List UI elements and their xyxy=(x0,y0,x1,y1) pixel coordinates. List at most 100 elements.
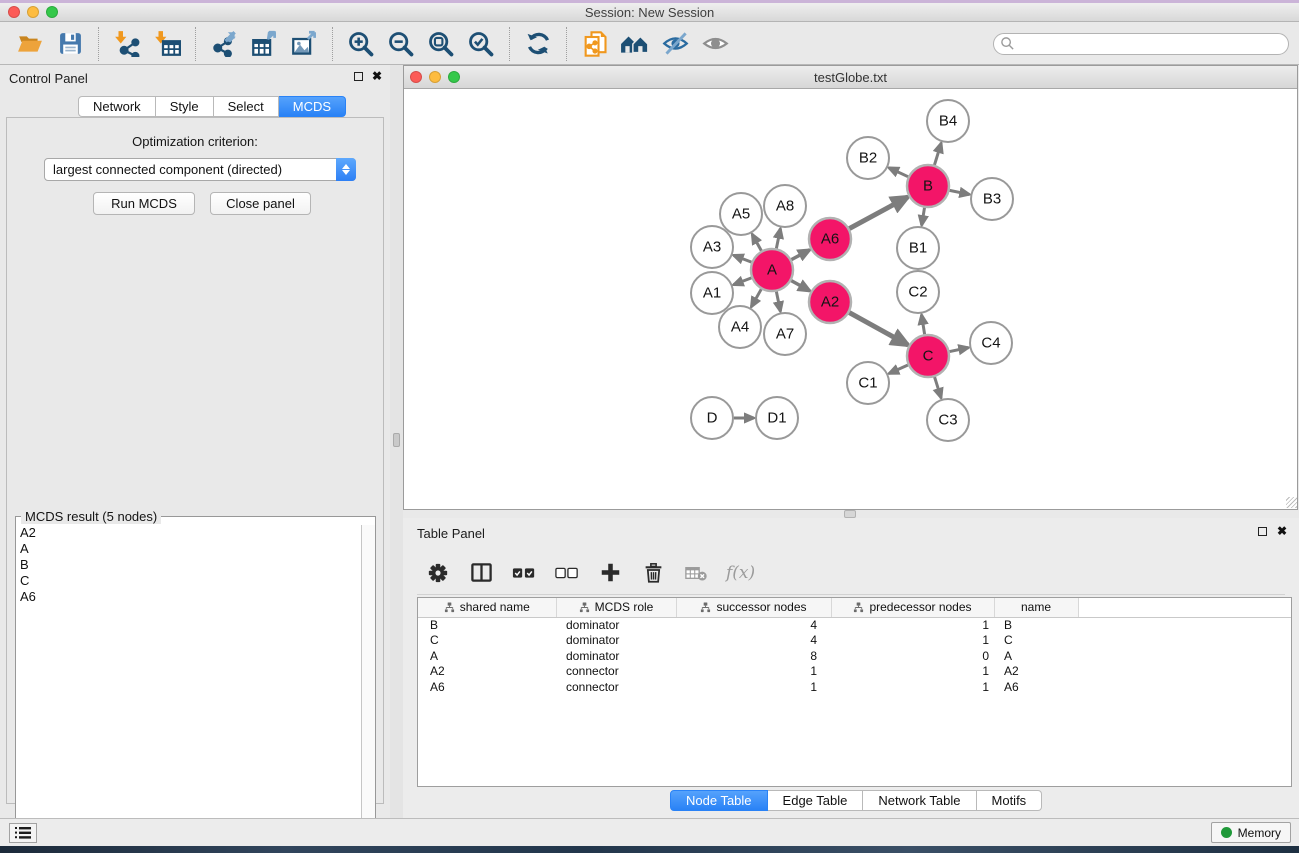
zoom-out-button[interactable] xyxy=(385,28,417,60)
tab-node-table[interactable]: Node Table xyxy=(670,790,768,811)
table-row-a2[interactable]: A2connector11A2 xyxy=(418,664,1291,680)
first-neighbors-button[interactable] xyxy=(619,28,651,60)
graph-edge-A-A6[interactable] xyxy=(791,250,809,260)
result-item-a[interactable]: A xyxy=(16,541,361,557)
result-item-c[interactable]: C xyxy=(16,573,361,589)
graph-node-A5[interactable]: A5 xyxy=(720,193,762,235)
cell[interactable]: connector xyxy=(556,680,676,696)
network-zoom-button[interactable] xyxy=(448,71,460,83)
cell[interactable]: 0 xyxy=(831,649,994,665)
column-header-predecessor-nodes[interactable]: predecessor nodes xyxy=(831,598,994,617)
graph-edge-A-A2[interactable] xyxy=(791,281,810,291)
graph-edge-A-A5[interactable] xyxy=(752,234,761,251)
vertical-splitter[interactable] xyxy=(390,65,403,818)
graph-edge-A-A1[interactable] xyxy=(733,278,751,285)
show-all-button[interactable] xyxy=(699,28,731,60)
cell[interactable]: 1 xyxy=(831,617,994,633)
tab-network[interactable]: Network xyxy=(78,96,156,117)
search-input[interactable] xyxy=(1015,35,1288,53)
node-table-container[interactable]: shared nameMCDS rolesuccessor nodesprede… xyxy=(417,597,1292,787)
cell[interactable]: 1 xyxy=(831,664,994,680)
cell[interactable]: 1 xyxy=(676,664,831,680)
cell[interactable]: B xyxy=(994,617,1078,633)
graph-node-B3[interactable]: B3 xyxy=(971,178,1013,220)
splitter-handle[interactable] xyxy=(393,433,400,447)
cell[interactable]: C xyxy=(418,633,556,649)
open-session-button[interactable] xyxy=(14,28,46,60)
cell[interactable]: A2 xyxy=(994,664,1078,680)
tab-edge-table[interactable]: Edge Table xyxy=(768,790,864,811)
cell[interactable]: 4 xyxy=(676,617,831,633)
column-header-shared-name[interactable]: shared name xyxy=(418,598,556,617)
graph-edge-B-B3[interactable] xyxy=(950,190,970,194)
cell[interactable]: C xyxy=(994,633,1078,649)
graph-node-C3[interactable]: C3 xyxy=(927,399,969,441)
add-row-button[interactable] xyxy=(597,560,623,586)
column-header-mcds-role[interactable]: MCDS role xyxy=(556,598,676,617)
show-columns-button[interactable] xyxy=(468,560,494,586)
cell[interactable]: A xyxy=(418,649,556,665)
graph-node-B4[interactable]: B4 xyxy=(927,100,969,142)
cell[interactable]: 4 xyxy=(676,633,831,649)
zoom-in-button[interactable] xyxy=(345,28,377,60)
table-row-a[interactable]: Adominator80A xyxy=(418,649,1291,665)
table-row-b[interactable]: Bdominator41B xyxy=(418,617,1291,633)
column-header-name[interactable]: name xyxy=(994,598,1078,617)
cell[interactable]: connector xyxy=(556,664,676,680)
cell[interactable]: dominator xyxy=(556,617,676,633)
graph-node-B2[interactable]: B2 xyxy=(847,137,889,179)
close-window-button[interactable] xyxy=(8,6,20,18)
import-table-button[interactable] xyxy=(151,28,183,60)
float-table-panel-icon[interactable] xyxy=(1258,527,1267,536)
graph-node-A[interactable]: A xyxy=(751,249,793,291)
cell[interactable]: B xyxy=(418,617,556,633)
cell[interactable]: A6 xyxy=(418,680,556,696)
save-session-button[interactable] xyxy=(54,28,86,60)
search-field[interactable] xyxy=(993,33,1289,55)
graph-edge-A-A3[interactable] xyxy=(733,255,751,262)
zoom-window-button[interactable] xyxy=(46,6,58,18)
deselect-all-button[interactable] xyxy=(554,560,580,586)
graph-node-C1[interactable]: C1 xyxy=(847,362,889,404)
cell[interactable]: 1 xyxy=(831,680,994,696)
delete-table-button[interactable] xyxy=(683,560,709,586)
function-builder-button[interactable]: f(x) xyxy=(726,560,755,586)
refresh-view-button[interactable] xyxy=(522,28,554,60)
graph-edge-A6-B[interactable] xyxy=(849,197,907,229)
close-table-panel-icon[interactable]: ✖ xyxy=(1277,526,1287,536)
close-panel-button[interactable]: Close panel xyxy=(210,192,311,215)
cell[interactable]: 8 xyxy=(676,649,831,665)
zoom-selected-button[interactable] xyxy=(465,28,497,60)
result-scrollbar[interactable] xyxy=(361,525,375,853)
graph-edge-C-C1[interactable] xyxy=(889,365,908,374)
graph-edge-C-C4[interactable] xyxy=(950,348,969,352)
graph-edge-A-A7[interactable] xyxy=(776,292,780,312)
run-mcds-button[interactable]: Run MCDS xyxy=(93,192,195,215)
graph-node-B1[interactable]: B1 xyxy=(897,227,939,269)
close-panel-icon[interactable]: ✖ xyxy=(372,71,382,81)
export-table-button[interactable] xyxy=(248,28,280,60)
graph-node-C[interactable]: C xyxy=(907,335,949,377)
result-item-a6[interactable]: A6 xyxy=(16,589,361,605)
tab-select[interactable]: Select xyxy=(214,96,279,117)
cell[interactable]: 1 xyxy=(831,633,994,649)
minimize-window-button[interactable] xyxy=(27,6,39,18)
network-window-resize-grip[interactable] xyxy=(1286,497,1297,508)
task-history-button[interactable] xyxy=(9,823,37,843)
network-minimize-button[interactable] xyxy=(429,71,441,83)
graph-node-A3[interactable]: A3 xyxy=(691,226,733,268)
horizontal-splitter-handle[interactable] xyxy=(844,510,856,518)
graph-node-A1[interactable]: A1 xyxy=(691,272,733,314)
graph-edge-B-B4[interactable] xyxy=(934,143,941,165)
table-settings-button[interactable] xyxy=(425,560,451,586)
tab-motifs[interactable]: Motifs xyxy=(977,790,1043,811)
delete-row-button[interactable] xyxy=(640,560,666,586)
table-row-c[interactable]: Cdominator41C xyxy=(418,633,1291,649)
graph-node-A2[interactable]: A2 xyxy=(809,281,851,323)
float-panel-icon[interactable] xyxy=(354,72,363,81)
graph-node-A7[interactable]: A7 xyxy=(764,313,806,355)
cell[interactable]: A6 xyxy=(994,680,1078,696)
new-network-from-selection-button[interactable] xyxy=(579,28,611,60)
graph-node-B[interactable]: B xyxy=(907,165,949,207)
graph-node-A4[interactable]: A4 xyxy=(719,306,761,348)
